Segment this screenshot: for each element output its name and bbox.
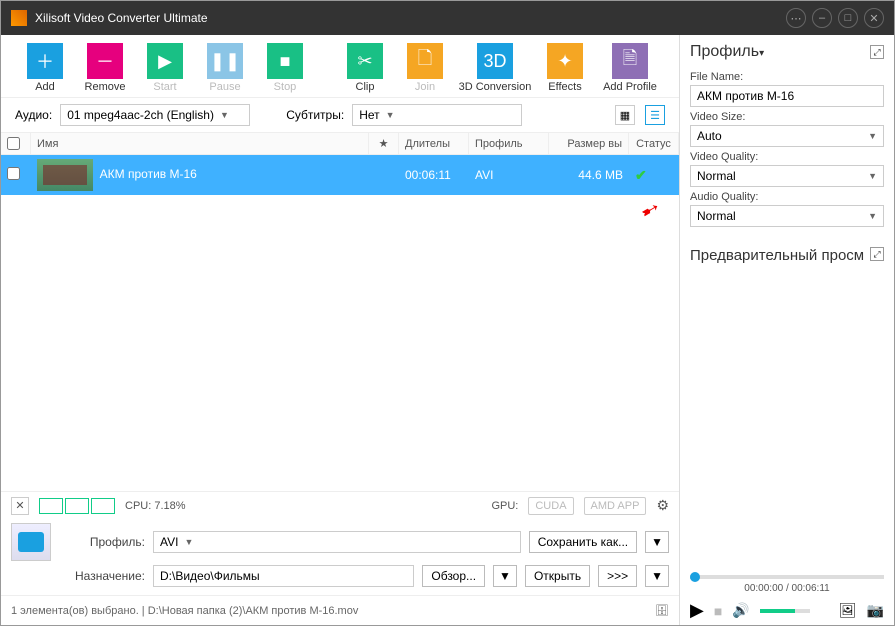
item-size: 44.6 MB — [549, 168, 629, 182]
item-duration: 00:06:11 — [399, 168, 469, 182]
start-button[interactable]: ▶Start — [135, 43, 195, 93]
filter-bar: Аудио: 01 mpeg4aac-2ch (English)▼ Субтит… — [1, 98, 679, 133]
dest-input[interactable]: D:\Видео\Фильмы — [153, 565, 414, 587]
videosize-label: Video Size: — [690, 111, 884, 123]
view-list-icon[interactable]: ☰ — [645, 105, 665, 125]
stop-button[interactable]: ■Stop — [255, 43, 315, 93]
expand-profile-icon[interactable]: ⤢ — [870, 45, 884, 59]
volume-icon[interactable]: 🔊 — [732, 602, 749, 619]
col-duration[interactable]: Длителы — [399, 133, 469, 154]
clip-button[interactable]: ✂Clip — [335, 43, 395, 93]
3d-button[interactable]: 3D3D Conversion — [455, 43, 535, 93]
more-button[interactable]: >>> — [598, 565, 637, 587]
audioq-select[interactable]: Normal▼ — [690, 205, 884, 227]
list-mode-icon[interactable]: 🗄 — [655, 604, 669, 617]
list-header: Имя ★ Длителы Профиль Размер вы Статус — [1, 133, 679, 155]
audio-select[interactable]: 01 mpeg4aac-2ch (English)▼ — [60, 104, 250, 126]
profile-header: Профиль▾ ⤢ — [690, 43, 884, 61]
cpu-meter-icon — [39, 498, 115, 514]
gear-icon[interactable]: ⚙ — [656, 497, 669, 514]
cpu-label: CPU: 7.18% — [125, 500, 186, 512]
subs-select[interactable]: Нет▼ — [352, 104, 522, 126]
videoq-select[interactable]: Normal▼ — [690, 165, 884, 187]
filename-input[interactable]: АКМ против М-16 — [690, 85, 884, 107]
snapshot-icon[interactable]: 📷 — [867, 602, 884, 619]
audioq-label: Audio Quality: — [690, 191, 884, 203]
more-dropdown[interactable]: ▼ — [645, 565, 669, 587]
annotation-arrow-icon: ➸ — [635, 194, 664, 226]
list-item[interactable]: АКМ против М-16 00:06:11 AVI 44.6 MB ✔ — [1, 155, 679, 195]
join-button[interactable]: 🗋Join — [395, 43, 455, 93]
stop-button[interactable]: ■ — [714, 603, 722, 619]
subs-label: Субтитры: — [286, 108, 344, 122]
close-button[interactable]: ✕ — [864, 8, 884, 28]
amd-badge: AMD APP — [584, 497, 647, 515]
volume-slider[interactable] — [760, 609, 810, 613]
settings-icon[interactable]: ⋯ — [786, 8, 806, 28]
col-star[interactable]: ★ — [369, 133, 399, 154]
file-list: АКМ против М-16 00:06:11 AVI 44.6 MB ✔ ➸ — [1, 155, 679, 491]
videoq-label: Video Quality: — [690, 151, 884, 163]
film-icon — [11, 523, 51, 561]
thumbnail-icon — [37, 159, 93, 191]
window-title: Xilisoft Video Converter Ultimate — [35, 11, 208, 25]
view-grid-icon[interactable]: ▦ — [615, 105, 635, 125]
save-as-dropdown[interactable]: ▼ — [645, 531, 669, 553]
preview-header: Предварительный просм ⤢ — [690, 247, 884, 264]
col-status[interactable]: Статус — [629, 133, 679, 154]
play-button[interactable]: ▶ — [690, 600, 704, 621]
audio-label: Аудио: — [15, 108, 52, 122]
status-bar: 1 элемента(ов) выбрано. | D:\Новая папка… — [1, 595, 679, 625]
time-label: 00:00:00 / 00:06:11 — [690, 583, 884, 594]
main-toolbar: ＋Add －Remove ▶Start ❚❚Pause ■Stop ✂Clip … — [1, 35, 679, 98]
filename-label: File Name: — [690, 71, 884, 83]
effects-button[interactable]: ✦Effects — [535, 43, 595, 93]
close-perf-icon[interactable]: ✕ — [11, 497, 29, 515]
status-done-icon: ✔ — [635, 167, 647, 183]
add-button[interactable]: ＋Add — [15, 43, 75, 93]
output-form: Профиль: AVI▼ Сохранить как... ▼ Назначе… — [1, 519, 679, 595]
col-name[interactable]: Имя — [31, 133, 369, 154]
profile-label: Профиль: — [65, 535, 145, 549]
status-text: 1 элемента(ов) выбрано. | D:\Новая папка… — [11, 605, 358, 617]
col-size[interactable]: Размер вы — [549, 133, 629, 154]
open-button[interactable]: Открыть — [525, 565, 590, 587]
row-checkbox[interactable] — [7, 167, 20, 180]
snapshot-folder-icon[interactable]: 🖼 — [839, 602, 857, 619]
gpu-label: GPU: — [491, 500, 518, 512]
right-panel: Профиль▾ ⤢ File Name: АКМ против М-16 Vi… — [680, 35, 894, 625]
perf-bar: ✕ CPU: 7.18% GPU: CUDA AMD APP ⚙ — [1, 491, 679, 519]
expand-preview-icon[interactable]: ⤢ — [870, 247, 884, 261]
profile-select[interactable]: AVI▼ — [153, 531, 521, 553]
item-profile: AVI — [469, 168, 549, 182]
maximize-button[interactable]: □ — [838, 8, 858, 28]
col-profile[interactable]: Профиль — [469, 133, 549, 154]
item-name: АКМ против М-16 — [100, 167, 197, 181]
add-profile-button[interactable]: 🗎Add Profile — [595, 43, 665, 93]
cuda-badge: CUDA — [528, 497, 573, 515]
save-as-button[interactable]: Сохранить как... — [529, 531, 637, 553]
remove-button[interactable]: －Remove — [75, 43, 135, 93]
preview-area — [690, 264, 884, 567]
dest-label: Назначение: — [65, 569, 145, 583]
titlebar: Xilisoft Video Converter Ultimate ⋯ – □ … — [1, 1, 894, 35]
browse-dropdown[interactable]: ▼ — [493, 565, 517, 587]
app-logo-icon — [11, 10, 27, 26]
transport-bar: ▶ ■ 🔊 🖼 📷 — [690, 600, 884, 621]
select-all-checkbox[interactable] — [7, 137, 20, 150]
pause-button[interactable]: ❚❚Pause — [195, 43, 255, 93]
videosize-select[interactable]: Auto▼ — [690, 125, 884, 147]
minimize-button[interactable]: – — [812, 8, 832, 28]
browse-button[interactable]: Обзор... — [422, 565, 485, 587]
seek-slider[interactable] — [690, 575, 884, 579]
